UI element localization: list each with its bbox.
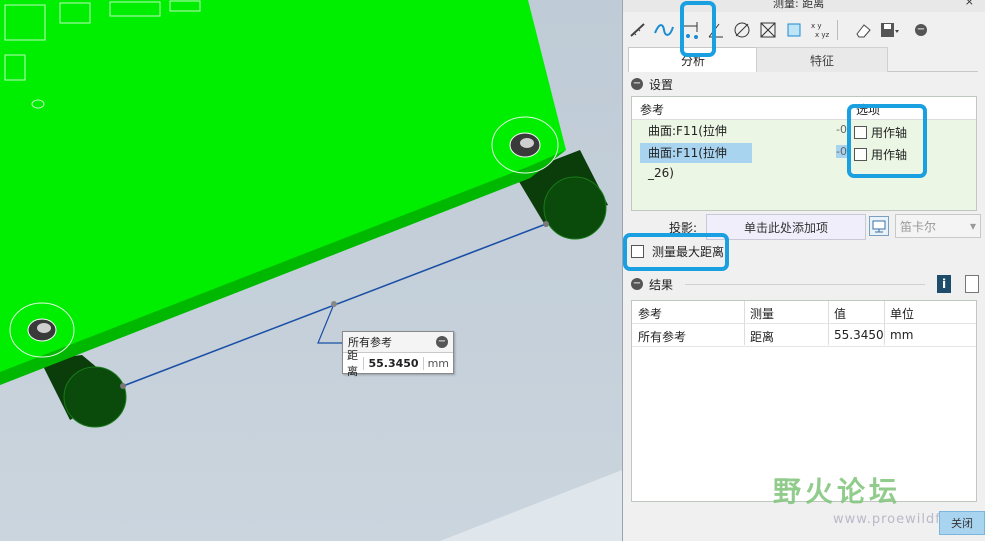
projection-select-value: 笛卡尔 — [900, 219, 937, 234]
tab-feature[interactable]: 特征 — [756, 47, 888, 72]
save-icon[interactable] — [878, 19, 900, 41]
details-icon[interactable] — [965, 275, 979, 293]
settings-title: 设置 — [649, 77, 674, 92]
toolbar-separator — [837, 20, 838, 40]
tag-unit: mm — [427, 356, 449, 370]
collapse-icon[interactable]: − — [436, 336, 448, 348]
xyz-icon[interactable]: x yx yz — [809, 19, 831, 41]
table-row[interactable]: 所有参考 距离 55.3450 mm — [632, 324, 976, 347]
projection-collector[interactable]: 单击此处添加项 — [706, 214, 866, 240]
max-distance-highlight — [623, 233, 729, 271]
model-scene[interactable] — [0, 0, 622, 541]
projection-select[interactable]: 笛卡尔 ▾ — [895, 214, 981, 238]
svg-text:x yz: x yz — [815, 31, 830, 39]
svg-text:x y: x y — [811, 22, 822, 30]
collapse-icon[interactable]: − — [631, 278, 643, 290]
collapse-icon[interactable]: − — [910, 19, 932, 41]
curve-icon[interactable] — [653, 19, 675, 41]
results-column-header: 单位 — [890, 307, 915, 321]
results-column-header: 测量 — [750, 307, 775, 321]
results-column-header: 值 — [834, 307, 847, 321]
length-icon[interactable] — [627, 19, 649, 41]
area-icon[interactable] — [783, 19, 805, 41]
tag-measure-label: 距离 — [347, 349, 358, 378]
results-column-header: 参考 — [638, 307, 663, 321]
watermark-logo: 野火论坛 — [773, 475, 902, 508]
divider — [685, 283, 925, 285]
settings-section-header[interactable]: − 设置 — [631, 75, 979, 93]
measurement-tag[interactable]: 所有参考 − 距离 55.3450 mm — [342, 331, 454, 378]
collapse-icon[interactable]: − — [631, 78, 643, 90]
result-value: 55.3450 — [834, 328, 884, 342]
diameter-icon[interactable] — [731, 19, 753, 41]
ref-column-header: 参考 — [640, 103, 665, 117]
use-as-axis-highlight — [847, 104, 927, 178]
results-header-row: 参考 测量 值 单位 — [632, 301, 976, 324]
results-section-header[interactable]: − 结果 i — [631, 275, 979, 293]
measure-toolbar: x yx yz − — [623, 14, 985, 46]
distance-tool-highlight — [680, 1, 716, 57]
close-button[interactable]: 关闭 — [939, 511, 985, 535]
eraser-icon[interactable] — [852, 19, 874, 41]
reference-value: -0 — [836, 145, 847, 158]
result-measure: 距离 — [750, 330, 775, 344]
view-icon[interactable] — [869, 216, 889, 236]
result-unit: mm — [890, 328, 914, 342]
result-reference: 所有参考 — [638, 330, 687, 344]
model-viewport[interactable]: 所有参考 − 距离 55.3450 mm — [0, 0, 622, 541]
results-title: 结果 — [649, 277, 674, 292]
mounting-post-left — [40, 355, 127, 428]
reference-value: -0 — [836, 123, 847, 136]
transform-icon[interactable] — [757, 19, 779, 41]
reference-label[interactable]: 曲面:F11(拉伸_26) — [640, 143, 752, 180]
info-icon[interactable]: i — [937, 275, 951, 293]
tag-value: 55.3450 — [363, 356, 424, 370]
dialog-title: 测量: 距离 — [773, 0, 825, 10]
chevron-down-icon[interactable]: ▾ — [970, 219, 976, 233]
dialog-titlebar[interactable]: 测量: 距离 × — [623, 0, 985, 12]
measure-dialog: 测量: 距离 × x yx yz − 分析 特征 − 设置 参考 选项 曲面:F… — [622, 0, 985, 541]
reference-label[interactable]: 曲面:F11(拉伸_26) — [640, 121, 752, 158]
close-icon[interactable]: × — [965, 0, 974, 8]
